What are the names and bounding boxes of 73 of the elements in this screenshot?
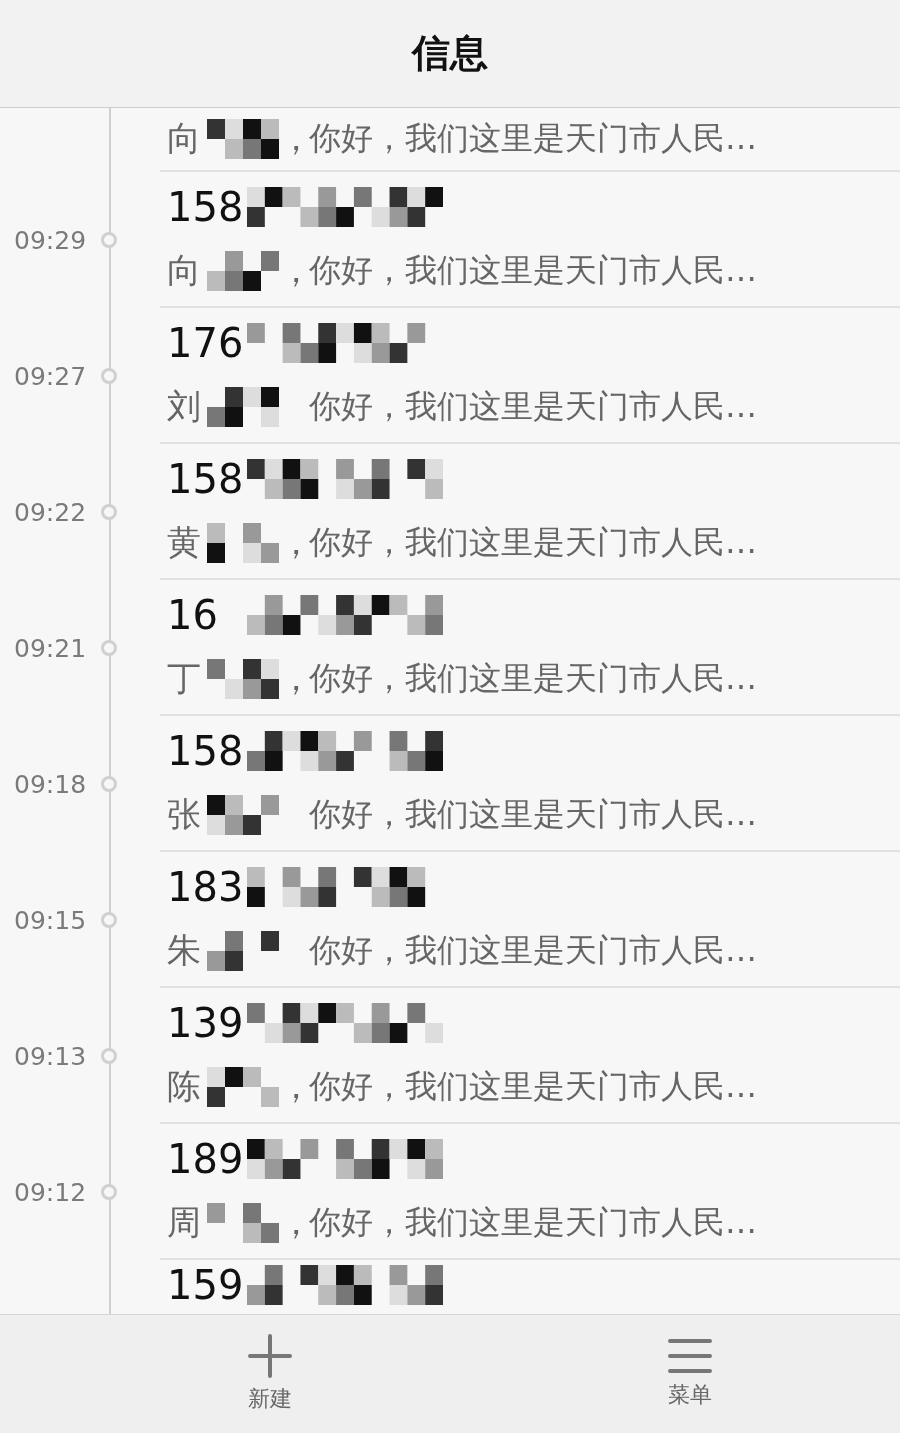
message-time: 09:18 bbox=[13, 769, 88, 799]
sender-name: 丁 bbox=[167, 657, 202, 700]
message-item[interactable]: 158 黄 ，你好，我们这里是天门市人民… bbox=[160, 444, 900, 580]
redaction-mosaic bbox=[207, 251, 279, 291]
comma: ， bbox=[279, 657, 309, 700]
sender-number: 189 bbox=[167, 1136, 245, 1182]
message-time: 09:15 bbox=[13, 905, 88, 935]
comma: ， bbox=[279, 249, 309, 292]
message-item[interactable]: 139 陈 ，你好，我们这里是天门市人民… bbox=[160, 988, 900, 1124]
message-preview: 你好，我们这里是天门市人民… bbox=[309, 930, 757, 971]
message-preview: 你好，我们这里是天门市人民… bbox=[309, 250, 757, 291]
timeline-dot bbox=[101, 504, 117, 520]
sender-name: 陈 bbox=[167, 1065, 202, 1108]
redaction-mosaic bbox=[207, 1203, 279, 1243]
redaction-mosaic bbox=[207, 659, 279, 699]
message-time: 09:13 bbox=[13, 1041, 88, 1071]
sender-name: 向 bbox=[167, 249, 202, 292]
message-preview: 你好，我们这里是天门市人民… bbox=[309, 522, 757, 563]
sender-name: 黄 bbox=[167, 521, 202, 564]
message-item[interactable]: 176 刘 你好，我们这里是天门市人民… bbox=[160, 308, 900, 444]
timeline-dot bbox=[101, 232, 117, 248]
comma: ， bbox=[279, 1201, 309, 1244]
redaction-mosaic bbox=[207, 1067, 279, 1107]
message-preview: 你好，我们这里是天门市人民… bbox=[309, 658, 757, 699]
sender-number: 158 bbox=[167, 728, 245, 774]
sender-number: 158 bbox=[167, 184, 245, 230]
comma: ， bbox=[279, 1065, 309, 1108]
timeline-dot bbox=[101, 368, 117, 384]
redaction-mosaic bbox=[207, 795, 279, 835]
sender-name: 朱 bbox=[167, 929, 202, 972]
message-item[interactable]: 183 朱 你好，我们这里是天门市人民… bbox=[160, 852, 900, 988]
new-button[interactable]: 新建 bbox=[60, 1315, 480, 1433]
menu-button[interactable]: 菜单 bbox=[480, 1315, 900, 1433]
timeline-dot bbox=[101, 1184, 117, 1200]
timeline-dot bbox=[101, 776, 117, 792]
menu-icon bbox=[668, 1338, 712, 1374]
message-item[interactable]: 16 丁 ，你好，我们这里是天门市人民… bbox=[160, 580, 900, 716]
sender-name: 刘 bbox=[167, 385, 202, 428]
timeline-dot bbox=[101, 912, 117, 928]
screen-title: 信息 bbox=[412, 30, 488, 77]
sender-name: 张 bbox=[167, 793, 202, 836]
message-preview: 你好，我们这里是天门市人民… bbox=[309, 1202, 757, 1243]
timeline-dot bbox=[101, 640, 117, 656]
message-item[interactable]: 向 ，你好，我们这里是天门市人民… bbox=[160, 108, 900, 172]
redaction-mosaic bbox=[207, 387, 279, 427]
message-item[interactable]: 159 bbox=[160, 1260, 900, 1314]
message-preview: 你好，我们这里是天门市人民… bbox=[309, 118, 757, 159]
sender-name: 向 bbox=[167, 117, 202, 160]
sender-number: 159 bbox=[167, 1262, 245, 1308]
message-item[interactable]: 189 周 ，你好，我们这里是天门市人民… bbox=[160, 1124, 900, 1260]
sender-number: 16 bbox=[167, 592, 219, 638]
sender-number: 183 bbox=[167, 864, 245, 910]
message-time: 09:29 bbox=[13, 225, 88, 255]
sender-number: 176 bbox=[167, 320, 245, 366]
comma: ， bbox=[279, 117, 309, 160]
plus-icon bbox=[248, 1334, 292, 1378]
redaction-mosaic bbox=[207, 931, 279, 971]
timeline-dot bbox=[101, 1048, 117, 1064]
message-preview: 你好，我们这里是天门市人民… bbox=[309, 1066, 757, 1107]
message-item[interactable]: 158 向 ，你好，我们这里是天门市人民… bbox=[160, 172, 900, 308]
message-time: 09:27 bbox=[13, 361, 88, 391]
message-preview: 你好，我们这里是天门市人民… bbox=[309, 794, 757, 835]
sender-number: 158 bbox=[167, 456, 245, 502]
redaction-mosaic bbox=[207, 523, 279, 563]
sender-number: 139 bbox=[167, 1000, 245, 1046]
redaction-mosaic bbox=[207, 119, 279, 159]
message-time: 09:22 bbox=[13, 497, 88, 527]
message-preview: 你好，我们这里是天门市人民… bbox=[309, 386, 757, 427]
comma: ， bbox=[279, 521, 309, 564]
message-time: 09:12 bbox=[13, 1177, 88, 1207]
message-time: 09:21 bbox=[13, 633, 88, 663]
message-item[interactable]: 158 张 你好，我们这里是天门市人民… bbox=[160, 716, 900, 852]
sender-name: 周 bbox=[167, 1201, 202, 1244]
